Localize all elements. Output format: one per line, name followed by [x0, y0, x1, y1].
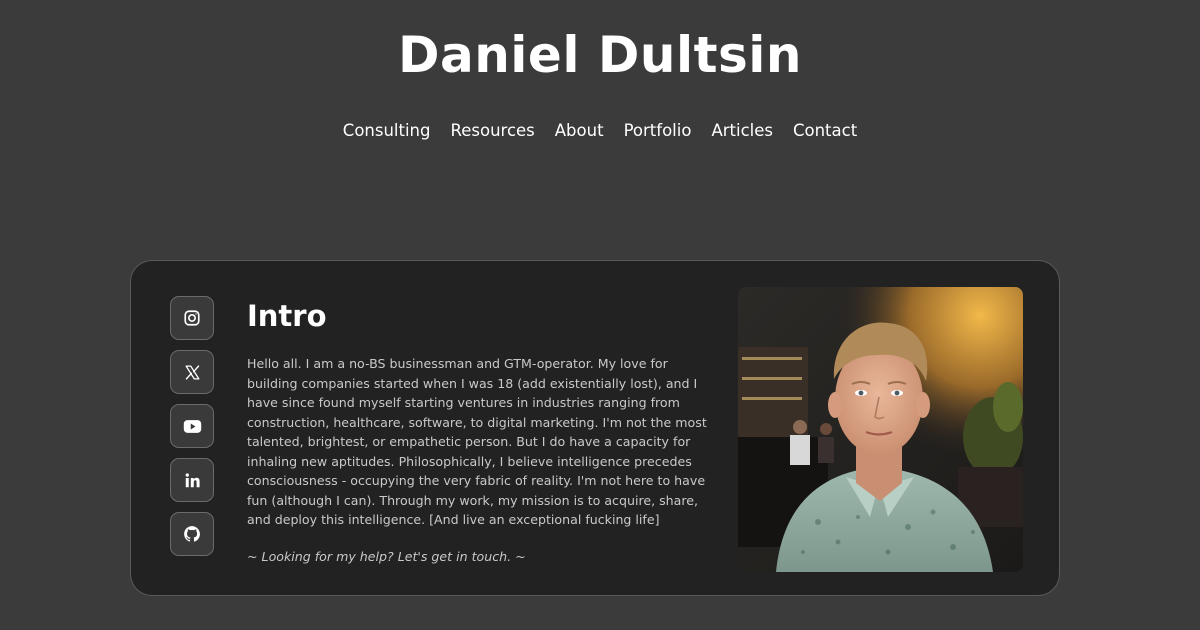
nav-item-articles[interactable]: Articles [711, 121, 773, 140]
profile-photo [738, 287, 1023, 572]
github-button[interactable] [170, 512, 214, 556]
intro-section: Intro Hello all. I am a no-BS businessma… [247, 297, 713, 564]
nav-item-portfolio[interactable]: Portfolio [624, 121, 692, 140]
linkedin-button[interactable] [170, 458, 214, 502]
instagram-icon [184, 310, 200, 326]
github-icon [184, 526, 200, 542]
x-twitter-button[interactable] [170, 350, 214, 394]
instagram-button[interactable] [170, 296, 214, 340]
main-nav: Consulting Resources About Portfolio Art… [0, 121, 1200, 140]
intro-body: Hello all. I am a no-BS businessman and … [247, 356, 707, 527]
youtube-button[interactable] [170, 404, 214, 448]
nav-item-consulting[interactable]: Consulting [343, 121, 431, 140]
x-twitter-icon [184, 364, 200, 380]
intro-heading: Intro [247, 299, 327, 333]
intro-card: Intro Hello all. I am a no-BS businessma… [130, 260, 1060, 596]
nav-item-contact[interactable]: Contact [793, 121, 857, 140]
site-title[interactable]: Daniel Dultsin [0, 26, 1200, 84]
nav-item-resources[interactable]: Resources [451, 121, 535, 140]
nav-item-about[interactable]: About [555, 121, 604, 140]
social-links [170, 296, 214, 556]
linkedin-icon [185, 472, 200, 487]
youtube-icon [183, 419, 201, 433]
contact-cta[interactable]: ~ Looking for my help? Let's get in touc… [247, 549, 713, 564]
